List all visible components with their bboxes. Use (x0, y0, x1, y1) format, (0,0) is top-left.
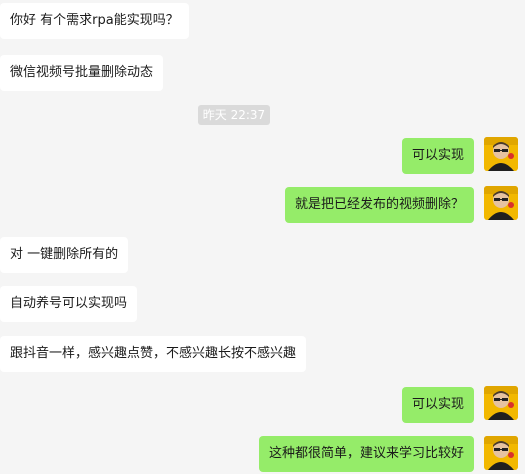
avatar-icon (484, 386, 518, 420)
message-bubble[interactable]: 对 一键删除所有的 (0, 237, 129, 273)
avatar-icon (484, 436, 518, 470)
message-bubble[interactable]: 自动养号可以实现吗 (0, 286, 138, 322)
avatar-icon (484, 137, 518, 171)
message-incoming-1[interactable]: 你好 有个需求rpa能实现吗？ (0, 3, 189, 39)
user-avatar[interactable] (484, 386, 518, 420)
avatar-icon (484, 186, 518, 220)
message-bubble[interactable]: 这种都很简单，建议来学习比较好 (258, 436, 474, 472)
message-bubble[interactable]: 跟抖音一样，感兴趣点赞，不感兴趣长按不感兴趣 (0, 336, 307, 372)
message-incoming-5[interactable]: 跟抖音一样，感兴趣点赞，不感兴趣长按不感兴趣 (0, 336, 307, 372)
message-outgoing-3[interactable]: 可以实现 (401, 387, 474, 423)
user-avatar[interactable] (484, 137, 518, 171)
message-bubble[interactable]: 你好 有个需求rpa能实现吗？ (0, 3, 189, 39)
message-outgoing-2[interactable]: 就是把已经发布的视频删除？ (284, 187, 474, 223)
message-bubble[interactable]: 可以实现 (401, 138, 474, 174)
message-bubble[interactable]: 就是把已经发布的视频删除？ (284, 187, 474, 223)
message-bubble[interactable]: 微信视频号批量删除动态 (0, 55, 164, 91)
message-incoming-2[interactable]: 微信视频号批量删除动态 (0, 55, 164, 91)
message-incoming-3[interactable]: 对 一键删除所有的 (0, 237, 129, 273)
message-incoming-4[interactable]: 自动养号可以实现吗 (0, 286, 138, 322)
message-outgoing-4[interactable]: 这种都很简单，建议来学习比较好 (258, 436, 474, 472)
message-outgoing-1[interactable]: 可以实现 (401, 138, 474, 174)
user-avatar[interactable] (484, 186, 518, 220)
user-avatar[interactable] (484, 436, 518, 470)
timestamp-label: 昨天 22:37 (198, 105, 270, 125)
message-bubble[interactable]: 可以实现 (401, 387, 474, 423)
